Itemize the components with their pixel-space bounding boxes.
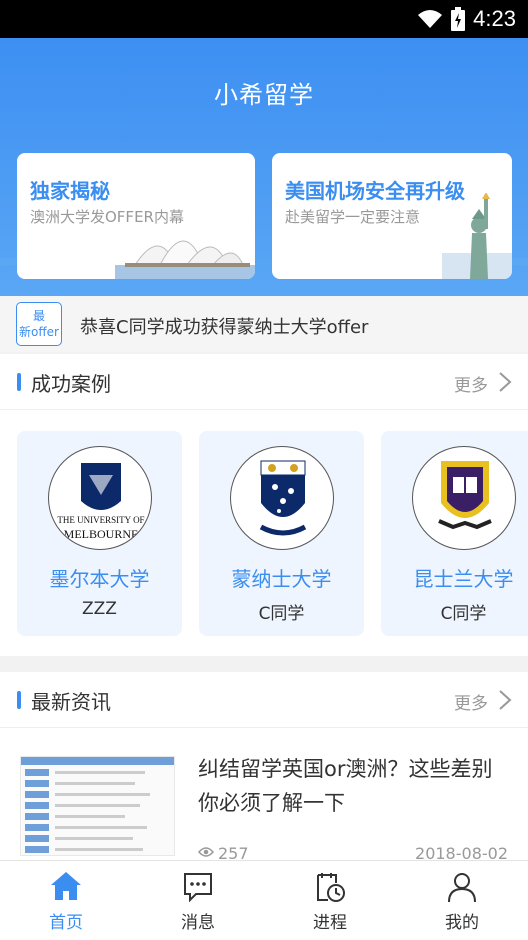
- banner-us-airport[interactable]: 美国机场安全再升级 赴美留学一定要注意: [272, 153, 512, 279]
- tab-label: 首页: [49, 913, 83, 933]
- news-ticker-text[interactable]: 恭喜C同学成功获得蒙纳士大学offer: [80, 313, 368, 339]
- student-name: C同学: [440, 604, 487, 624]
- profile-icon: [448, 873, 476, 903]
- progress-icon: [317, 873, 345, 902]
- latest-offer-badge: 最 新offer: [16, 302, 62, 346]
- more-link[interactable]: 更多: [454, 689, 488, 714]
- student-name: ZZZ: [82, 599, 117, 619]
- section-accent-bar: [17, 691, 21, 709]
- university-name: 昆士兰大学: [413, 567, 514, 591]
- page-title: 小希留学: [214, 81, 314, 109]
- statue-of-liberty-image: [442, 193, 512, 279]
- svg-text:THE UNIVERSITY OF: THE UNIVERSITY OF: [57, 515, 144, 525]
- university-logo: [412, 446, 516, 550]
- tab-label: 消息: [181, 913, 215, 933]
- chevron-right-icon[interactable]: [498, 371, 512, 393]
- university-name: 蒙纳士大学: [231, 567, 332, 591]
- banner-title: 独家揭秘: [30, 179, 110, 203]
- tab-progress[interactable]: 进程: [264, 861, 396, 940]
- university-card-melbourne[interactable]: THE UNIVERSITY OF MELBOURNE 墨尔本大学 ZZZ: [17, 431, 182, 636]
- university-card-queensland[interactable]: 昆士兰大学 C同学: [381, 431, 528, 636]
- tab-home[interactable]: 首页: [0, 861, 132, 940]
- bottom-tab-bar: 首页 消息 进程 我的: [0, 860, 528, 940]
- banner-subtitle: 赴美留学一定要注意: [285, 208, 421, 226]
- article-title[interactable]: 纠结留学英国or澳洲？这些差别你必须了解一下: [198, 752, 510, 820]
- tab-label: 进程: [313, 913, 347, 933]
- latest-news-header: 最新资讯 更多: [0, 672, 528, 728]
- university-name: 墨尔本大学: [49, 567, 150, 591]
- badge-line1: 最: [32, 309, 45, 323]
- chevron-right-icon[interactable]: [498, 689, 512, 711]
- article-thumbnail[interactable]: [20, 756, 175, 856]
- status-time: 4:23: [473, 6, 516, 31]
- university-logo: THE UNIVERSITY OF MELBOURNE: [48, 446, 152, 550]
- banner-title: 美国机场安全再升级: [285, 179, 465, 203]
- opera-house-image: [115, 240, 255, 279]
- home-icon: [51, 872, 81, 900]
- success-cases-header: 成功案例 更多: [0, 354, 528, 410]
- badge-line2: 新offer: [19, 325, 59, 339]
- section-title: 最新资讯: [31, 690, 111, 714]
- message-icon: [184, 873, 212, 903]
- eye-icon: [198, 847, 214, 857]
- tab-label: 我的: [445, 913, 479, 933]
- wifi-icon: [418, 10, 443, 28]
- status-bar: 4:23: [0, 0, 528, 38]
- university-card-monash[interactable]: 蒙纳士大学 C同学: [199, 431, 364, 636]
- section-title: 成功案例: [31, 372, 111, 396]
- tab-profile[interactable]: 我的: [396, 861, 528, 940]
- svg-text:MELBOURNE: MELBOURNE: [64, 527, 139, 541]
- university-logo: [230, 446, 334, 550]
- more-link[interactable]: 更多: [454, 371, 488, 396]
- tab-messages[interactable]: 消息: [132, 861, 264, 940]
- student-name: C同学: [258, 604, 305, 624]
- battery-icon: [451, 7, 466, 31]
- section-accent-bar: [17, 373, 21, 391]
- banner-australia-offer[interactable]: 独家揭秘 澳洲大学发OFFER内幕: [17, 153, 255, 279]
